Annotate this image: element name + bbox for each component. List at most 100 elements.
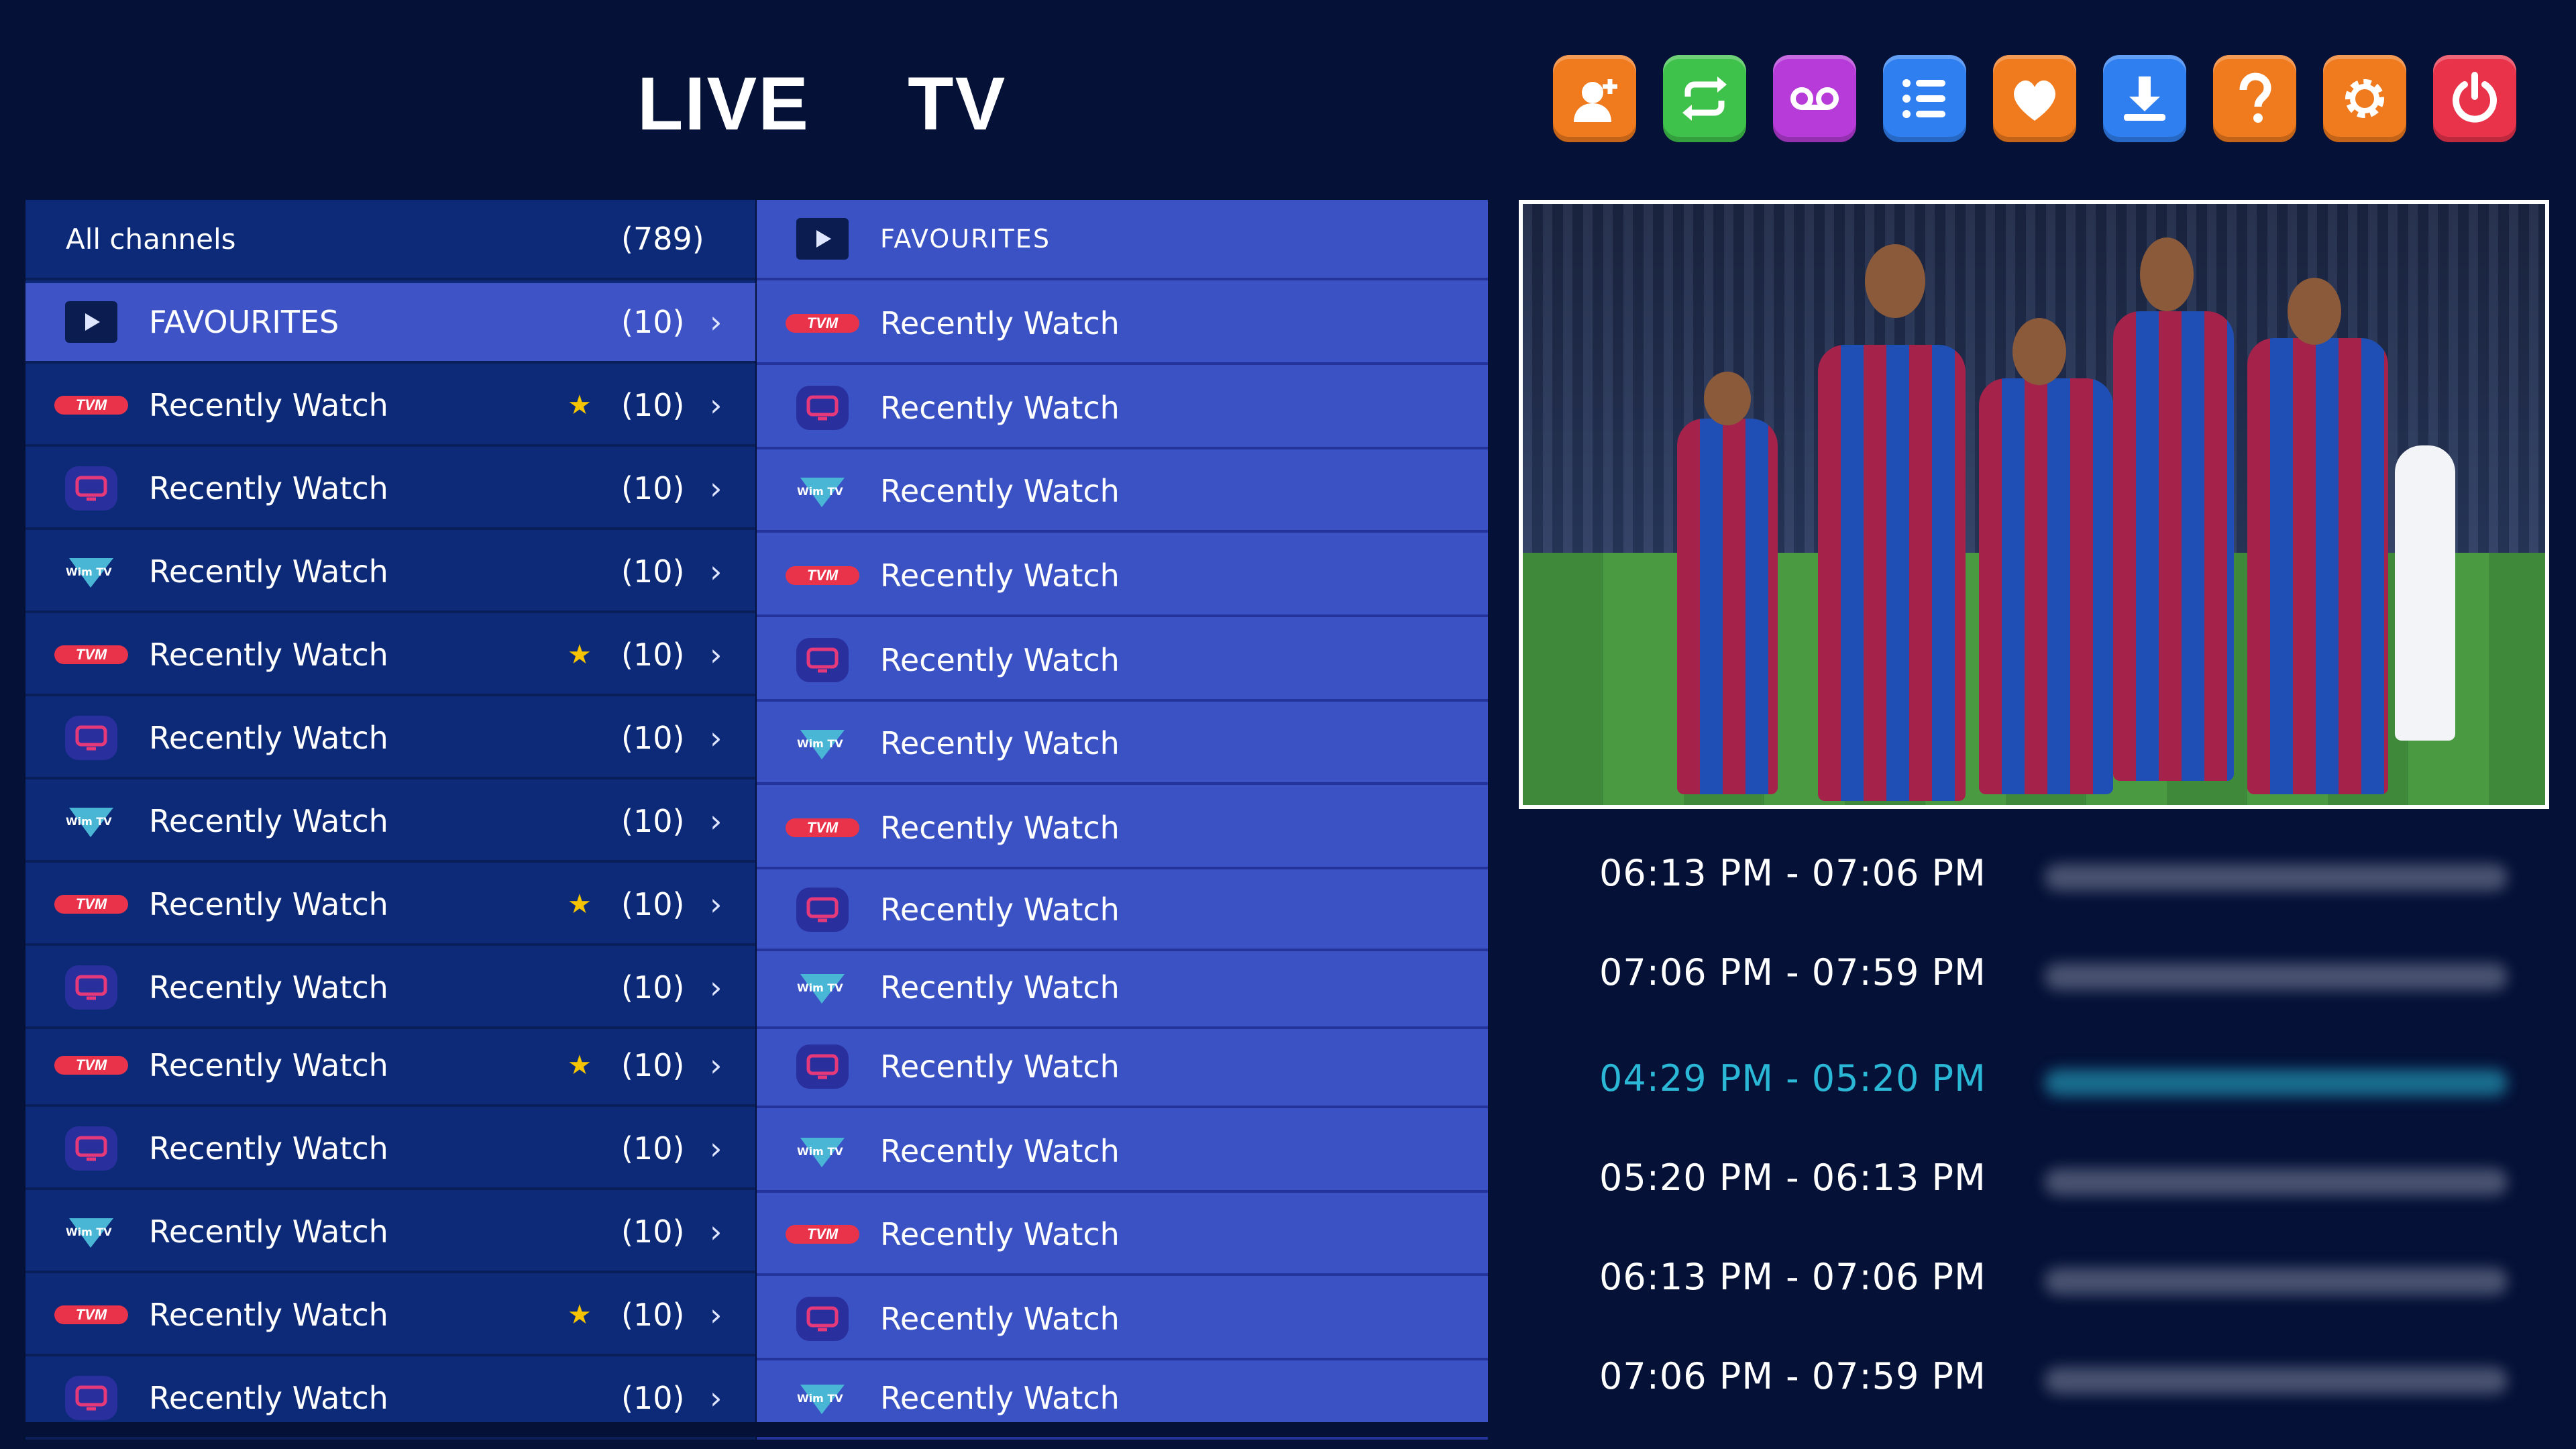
help-button[interactable] xyxy=(2213,55,2296,142)
channel-item[interactable]: Wim TV Recently Watch xyxy=(757,704,1488,785)
channel-label: Recently Watch xyxy=(880,1049,1120,1085)
category-header-all-channels[interactable]: All channels (789) xyxy=(25,200,755,280)
program-time[interactable]: 06:13 PM - 07:06 PM xyxy=(1599,1256,1986,1298)
channel-logo: TVM xyxy=(785,1208,860,1261)
wim-tv-label: Wim TV xyxy=(66,814,112,828)
category-label: Recently Watch xyxy=(149,387,388,423)
chevron-right-icon: › xyxy=(710,1214,722,1250)
play-icon xyxy=(65,301,117,343)
category-label: Recently Watch xyxy=(149,1130,388,1167)
category-item[interactable]: Recently Watch (10) › xyxy=(25,949,755,1029)
channel-label: FAVOURITES xyxy=(880,224,1051,254)
category-count: (10) xyxy=(621,969,685,1006)
wim-tv-logo: Wim TV xyxy=(66,804,115,839)
category-logo: TVM xyxy=(54,1288,129,1342)
category-item[interactable]: Wim TV Recently Watch (10) › xyxy=(25,1193,755,1273)
tv-icon xyxy=(65,1376,117,1420)
program-time[interactable]: 07:06 PM - 07:59 PM xyxy=(1599,1355,1986,1397)
channel-item[interactable]: Wim TV Recently Watch xyxy=(757,452,1488,533)
category-logo xyxy=(54,295,129,349)
channel-item[interactable]: Wim TV Recently Watch xyxy=(757,1112,1488,1193)
category-item[interactable]: Recently Watch (10) › xyxy=(25,449,755,530)
channel-item[interactable]: Recently Watch xyxy=(757,369,1488,449)
program-title-blurred xyxy=(2045,1367,2508,1394)
heart-icon xyxy=(2014,80,2055,121)
category-label: Recently Watch xyxy=(149,1214,388,1250)
tv-icon xyxy=(65,716,117,760)
wim-tv-label: Wim TV xyxy=(797,484,843,498)
video-preview[interactable] xyxy=(1519,200,2549,809)
voicemail-button[interactable] xyxy=(1773,55,1856,142)
power-button[interactable] xyxy=(2433,55,2516,142)
tvm-logo: TVM xyxy=(786,818,859,837)
list-button[interactable] xyxy=(1883,55,1966,142)
player-head xyxy=(2140,237,2194,311)
category-item[interactable]: TVM Recently Watch ★ (10) › xyxy=(25,865,755,946)
list-icon xyxy=(1902,79,1945,118)
add-user-button[interactable] xyxy=(1553,55,1636,142)
category-item[interactable]: TVM Recently Watch ★ (10) › xyxy=(25,616,755,696)
channel-item[interactable]: Recently Watch xyxy=(757,621,1488,702)
heart-button[interactable] xyxy=(1993,55,2076,142)
wim-tv-logo: Wim TV xyxy=(797,1134,846,1169)
program-time[interactable]: 07:06 PM - 07:59 PM xyxy=(1599,951,1986,994)
channel-item[interactable]: TVM Recently Watch xyxy=(757,1195,1488,1276)
program-time[interactable]: 04:29 PM - 05:20 PM xyxy=(1599,1057,1986,1099)
channel-logo: Wim TV xyxy=(785,961,860,1014)
channel-item[interactable]: TVM Recently Watch xyxy=(757,284,1488,365)
category-item[interactable]: Recently Watch (10) › xyxy=(25,1110,755,1190)
category-item[interactable]: TVM Recently Watch ★ (10) › xyxy=(25,1276,755,1356)
category-item[interactable]: FAVOURITES (10) › xyxy=(25,283,755,364)
tv-icon xyxy=(65,466,117,511)
page-title: LIVE TV xyxy=(637,62,1007,146)
category-count: (10) xyxy=(621,1047,685,1083)
channel-item[interactable]: Wim TV Recently Watch xyxy=(757,1359,1488,1440)
category-count: (10) xyxy=(621,1380,685,1416)
gear-button[interactable] xyxy=(2323,55,2406,142)
channel-item[interactable]: Recently Watch xyxy=(757,1028,1488,1108)
category-item[interactable]: TVM Recently Watch ★ (10) › xyxy=(25,1026,755,1107)
category-item[interactable]: Recently Watch (10) › xyxy=(25,699,755,780)
star-icon: ★ xyxy=(568,639,592,670)
category-logo: Wim TV xyxy=(54,545,129,598)
program-time[interactable]: 05:20 PM - 06:13 PM xyxy=(1599,1157,1986,1199)
program-time[interactable]: 06:13 PM - 07:06 PM xyxy=(1599,852,1986,894)
category-label: Recently Watch xyxy=(149,969,388,1006)
player-head xyxy=(1704,372,1751,425)
channel-item[interactable]: TVM Recently Watch xyxy=(757,537,1488,617)
tv-icon xyxy=(65,965,117,1010)
channel-header-favourites[interactable]: FAVOURITES xyxy=(757,200,1488,280)
channel-label: Recently Watch xyxy=(880,969,1120,1006)
chevron-right-icon: › xyxy=(710,720,722,756)
channel-label: Recently Watch xyxy=(880,642,1120,678)
wim-tv-logo: Wim TV xyxy=(797,970,846,1005)
category-logo: TVM xyxy=(54,877,129,931)
category-item[interactable]: Wim TV Recently Watch (10) › xyxy=(25,782,755,863)
repeat-button[interactable] xyxy=(1663,55,1746,142)
channel-label: Recently Watch xyxy=(880,725,1120,761)
channel-label: Recently Watch xyxy=(880,810,1120,846)
wim-tv-label: Wim TV xyxy=(797,1144,843,1158)
tv-icon xyxy=(796,638,849,682)
category-logo xyxy=(54,1122,129,1175)
category-item[interactable]: TVM Recently Watch ★ (10) › xyxy=(25,366,755,447)
chevron-right-icon: › xyxy=(710,1047,722,1083)
category-item[interactable]: Recently Watch (10) › xyxy=(25,1359,755,1440)
channel-item[interactable]: Recently Watch xyxy=(757,871,1488,951)
player-figure xyxy=(2395,445,2455,741)
tvm-logo: TVM xyxy=(54,396,128,415)
download-button[interactable] xyxy=(2103,55,2186,142)
category-label: FAVOURITES xyxy=(149,304,339,340)
player-head xyxy=(1865,244,1925,318)
channel-item[interactable]: Wim TV Recently Watch xyxy=(757,949,1488,1029)
category-count: (10) xyxy=(621,720,685,756)
category-label: All channels xyxy=(66,222,236,256)
chevron-right-icon: › xyxy=(710,387,722,423)
channel-item[interactable]: Recently Watch xyxy=(757,1280,1488,1360)
category-item[interactable]: Wim TV Recently Watch (10) › xyxy=(25,533,755,613)
wim-tv-label: Wim TV xyxy=(797,1391,843,1405)
program-title-blurred xyxy=(2045,864,2508,891)
channel-item[interactable]: TVM Recently Watch xyxy=(757,789,1488,869)
category-label: Recently Watch xyxy=(149,470,388,506)
wim-tv-logo: Wim TV xyxy=(797,1381,846,1415)
